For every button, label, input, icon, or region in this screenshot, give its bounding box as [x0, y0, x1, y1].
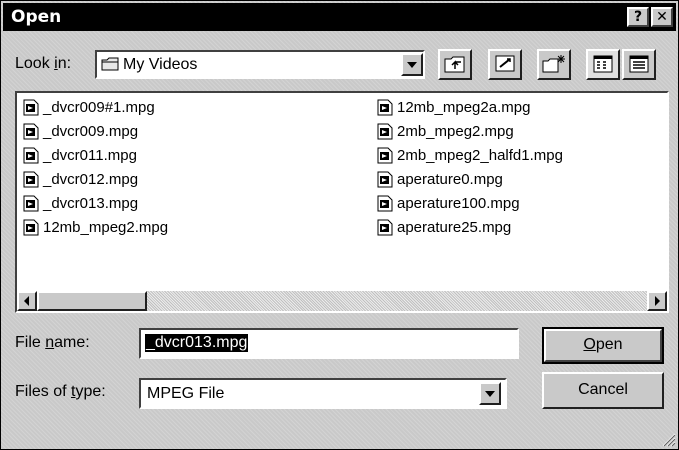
video-file-icon	[23, 195, 39, 211]
file-item[interactable]: 12mb_mpeg2.mpg	[23, 217, 168, 237]
cancel-button[interactable]: Cancel	[542, 372, 664, 409]
file-name-input[interactable]: _dvcr013.mpg	[139, 328, 519, 359]
file-list[interactable]: _dvcr009#1.mpg _dvcr009.mpg _dvcr011.mpg _d…	[15, 91, 669, 313]
list-view-icon	[593, 55, 613, 73]
open-button-label: Open	[583, 336, 623, 353]
file-type-dropdown-button[interactable]	[479, 382, 501, 405]
file-item[interactable]: _dvcr012.mpg	[23, 169, 138, 189]
file-item-label: 12mb_mpeg2.mpg	[43, 218, 169, 236]
new-folder-button[interactable]	[537, 49, 571, 80]
file-item[interactable]: _dvcr009#1.mpg	[23, 97, 155, 117]
file-type-value: MPEG File	[147, 385, 225, 402]
file-item-label: aperature100.mpg	[397, 194, 520, 212]
details-view-button[interactable]	[622, 49, 656, 80]
list-view-button[interactable]	[586, 49, 620, 80]
help-button[interactable]: ?	[627, 7, 649, 27]
look-in-dropdown-button[interactable]	[401, 53, 423, 76]
video-file-icon	[377, 147, 393, 163]
file-type-combo[interactable]: MPEG File	[139, 378, 507, 409]
cancel-button-label: Cancel	[578, 381, 628, 398]
video-file-icon	[377, 123, 393, 139]
file-item-label: _dvcr009#1.mpg	[43, 98, 155, 116]
chevron-down-icon	[407, 62, 417, 68]
file-item[interactable]: 12mb_mpeg2a.mpg	[377, 97, 530, 117]
file-item-label: 2mb_mpeg2_halfd1.mpg	[397, 146, 563, 164]
desktop-button[interactable]	[488, 49, 522, 80]
file-name-label: File name:	[15, 334, 90, 351]
file-item[interactable]: _dvcr013.mpg	[23, 193, 138, 213]
video-file-icon	[377, 99, 393, 115]
title-bar[interactable]: Open ? ✕	[3, 3, 676, 31]
file-item[interactable]: 2mb_mpeg2.mpg	[377, 121, 514, 141]
file-name-value: _dvcr013.mpg	[145, 334, 249, 352]
file-item-label: _dvcr011.mpg	[43, 146, 137, 164]
new-folder-icon	[542, 55, 565, 73]
video-file-icon	[23, 99, 39, 115]
file-type-label: Files of type:	[15, 383, 106, 400]
video-file-icon	[377, 195, 393, 211]
file-item[interactable]: _dvcr009.mpg	[23, 121, 138, 141]
up-one-level-icon	[444, 56, 465, 73]
look-in-label: Look in:	[15, 55, 72, 72]
video-file-icon	[377, 171, 393, 187]
file-item-label: 2mb_mpeg2.mpg	[397, 122, 514, 140]
video-file-icon	[23, 219, 39, 235]
open-button[interactable]: Open	[542, 327, 664, 364]
file-item-label: _dvcr009.mpg	[43, 122, 139, 140]
file-item[interactable]: aperature0.mpg	[377, 169, 503, 189]
scrollbar-thumb[interactable]	[37, 291, 147, 311]
file-item-label: 12mb_mpeg2a.mpg	[397, 98, 531, 116]
file-item[interactable]: aperature25.mpg	[377, 217, 511, 237]
details-view-icon	[629, 55, 649, 73]
up-one-level-button[interactable]	[438, 49, 472, 80]
video-file-icon	[23, 171, 39, 187]
file-item[interactable]: _dvcr011.mpg	[23, 145, 137, 165]
file-item-label: _dvcr013.mpg	[43, 194, 139, 212]
scroll-left-button[interactable]	[17, 291, 37, 311]
folder-icon	[101, 57, 119, 71]
chevron-down-icon	[485, 391, 495, 397]
desktop-icon	[495, 55, 515, 72]
chevron-left-icon	[24, 296, 29, 306]
close-button[interactable]: ✕	[651, 7, 673, 27]
file-item[interactable]: aperature100.mpg	[377, 193, 520, 213]
window-title: Open	[11, 7, 62, 27]
video-file-icon	[23, 123, 39, 139]
video-file-icon	[23, 147, 39, 163]
horizontal-scrollbar[interactable]	[17, 291, 667, 311]
video-file-icon	[377, 219, 393, 235]
file-item-label: aperature0.mpg	[397, 170, 503, 188]
look-in-combo[interactable]: My Videos	[95, 50, 425, 79]
open-dialog: Open ? ✕ Look in: My Videos _dvcr009#1.m…	[0, 0, 679, 450]
look-in-value: My Videos	[123, 56, 198, 73]
scroll-right-button[interactable]	[647, 291, 667, 311]
file-item[interactable]: 2mb_mpeg2_halfd1.mpg	[377, 145, 563, 165]
file-item-label: _dvcr012.mpg	[43, 170, 139, 188]
file-item-label: aperature25.mpg	[397, 218, 512, 236]
resize-grip-icon[interactable]	[662, 433, 676, 447]
chevron-right-icon	[655, 296, 660, 306]
